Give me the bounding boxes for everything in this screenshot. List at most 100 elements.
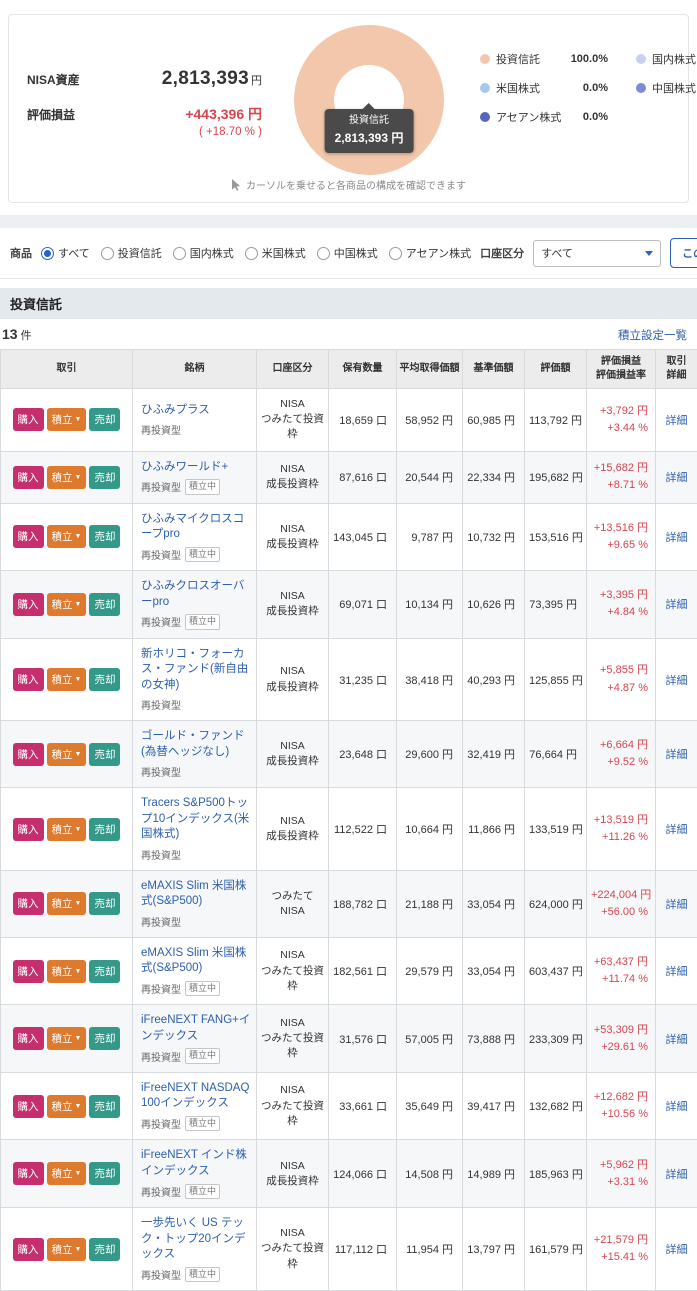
buy-button[interactable]: 購入 [13,668,44,691]
fund-name-link[interactable]: iFreeNEXT インド株インデックス [141,1148,252,1179]
radio-option-label: 中国株式 [334,245,378,261]
buy-button[interactable]: 購入 [13,892,44,915]
sell-button[interactable]: 売却 [89,525,120,548]
trade-buttons-cell: 購入 積立▼ 売却 [1,721,133,788]
apply-filter-button[interactable]: この条件で表示する [670,238,697,268]
sell-button[interactable]: 売却 [89,668,120,691]
tsumitate-button[interactable]: 積立▼ [47,1027,87,1050]
buy-button[interactable]: 購入 [13,466,44,489]
tsumitate-button[interactable]: 積立▼ [47,466,87,489]
buy-button[interactable]: 購入 [13,593,44,616]
legend-label: 米国株式 [496,80,583,96]
sell-button[interactable]: 売却 [89,960,120,983]
detail-link[interactable]: 詳細 [666,472,688,484]
tsumitate-button[interactable]: 積立▼ [47,525,87,548]
sell-button[interactable]: 売却 [89,1162,120,1185]
tooltip-value: 2,813,393 円 [335,129,404,146]
buy-button[interactable]: 購入 [13,743,44,766]
chevron-down-icon [645,251,653,256]
fund-table-body: 購入 積立▼ 売却 ひふみプラス 再投資型 NISAつみたて投資枠 18,659… [1,389,697,1291]
product-option-投資信託[interactable]: 投資信託 [101,245,162,261]
pl-rate: +8.71 % [591,477,648,494]
pl-cell: +63,437 円 +11.74 % [587,937,656,1005]
dropdown-arrow-icon: ▼ [75,1103,82,1110]
fund-name-link[interactable]: eMAXIS Slim 米国株式(S&P500) [141,879,252,910]
detail-link[interactable]: 詳細 [666,1244,688,1256]
tooltip-label: 投資信託 [335,115,404,127]
legend-label: 中国株式 [652,80,697,96]
fund-name-link[interactable]: ひふみマイクロスコープpro [141,512,252,543]
fund-name-link[interactable]: iFreeNEXT FANG+インデックス [141,1013,252,1044]
detail-link[interactable]: 詳細 [666,1034,688,1046]
fund-row: 購入 積立▼ 売却 iFreeNEXT NASDAQ100インデックス 再投資型… [1,1072,697,1140]
detail-link[interactable]: 詳細 [666,749,688,761]
buy-button[interactable]: 購入 [13,525,44,548]
detail-link[interactable]: 詳細 [666,824,688,836]
holding-quantity-cell: 18,659 口 [329,389,397,452]
buy-button[interactable]: 購入 [13,1095,44,1118]
tsumitate-button[interactable]: 積立▼ [47,892,87,915]
pl-amount: +13,519 円 [591,812,648,829]
product-option-国内株式[interactable]: 国内株式 [173,245,234,261]
tsumitate-button[interactable]: 積立▼ [47,408,87,431]
product-option-米国株式[interactable]: 米国株式 [245,245,306,261]
asset-allocation-donut-chart[interactable]: 投資信託 2,813,393 円 [294,25,444,175]
product-option-アセアン株式[interactable]: アセアン株式 [389,245,471,261]
detail-link[interactable]: 詳細 [666,966,688,978]
tsumitate-button[interactable]: 積立▼ [47,668,87,691]
tsumitate-button[interactable]: 積立▼ [47,960,87,983]
detail-link[interactable]: 詳細 [666,599,688,611]
detail-link[interactable]: 詳細 [666,899,688,911]
tsumitate-button[interactable]: 積立▼ [47,1162,87,1185]
sell-button[interactable]: 売却 [89,818,120,841]
fund-name-link[interactable]: iFreeNEXT NASDAQ100インデックス [141,1081,252,1112]
sell-button[interactable]: 売却 [89,466,120,489]
fund-name-link[interactable]: ひふみワールド+ [141,460,252,476]
detail-link[interactable]: 詳細 [666,675,688,687]
valuation-cell: 161,579 円 [525,1208,587,1291]
trade-buttons-cell: 購入 積立▼ 売却 [1,451,133,503]
buy-button[interactable]: 購入 [13,1027,44,1050]
tsumitate-button[interactable]: 積立▼ [47,593,87,616]
sell-button[interactable]: 売却 [89,892,120,915]
tsumitate-button[interactable]: 積立▼ [47,818,87,841]
sell-button[interactable]: 売却 [89,1095,120,1118]
sell-button[interactable]: 売却 [89,743,120,766]
average-price-cell: 10,664 円 [397,788,463,871]
detail-link[interactable]: 詳細 [666,415,688,427]
detail-link[interactable]: 詳細 [666,1169,688,1181]
fund-name-link[interactable]: 新ホリコ・フォーカス・ファンド(新自由の女神) [141,647,252,694]
sell-button[interactable]: 売却 [89,1027,120,1050]
buy-button[interactable]: 購入 [13,960,44,983]
detail-link[interactable]: 詳細 [666,1101,688,1113]
sell-button[interactable]: 売却 [89,1238,120,1261]
radio-option-label: すべて [58,245,90,261]
sell-button[interactable]: 売却 [89,408,120,431]
buy-button[interactable]: 購入 [13,1238,44,1261]
fund-name-cell: ひふみワールド+ 再投資型 積立中 [133,451,257,503]
fund-name-link[interactable]: ゴールド・ファンド(為替ヘッジなし) [141,729,252,760]
buy-button[interactable]: 購入 [13,818,44,841]
sell-button[interactable]: 売却 [89,593,120,616]
product-option-すべて[interactable]: すべて [41,245,90,261]
tsumitate-button[interactable]: 積立▼ [47,1095,87,1118]
product-option-中国株式[interactable]: 中国株式 [317,245,378,261]
account-select[interactable]: すべて [533,240,661,267]
tsumitate-button[interactable]: 積立▼ [47,743,87,766]
trade-buttons-cell: 購入 積立▼ 売却 [1,937,133,1005]
buy-button[interactable]: 購入 [13,1162,44,1185]
base-price-cell: 10,626 円 [463,571,525,639]
fund-name-cell: eMAXIS Slim 米国株式(S&P500) 再投資型 [133,870,257,937]
tsumitate-button[interactable]: 積立▼ [47,1238,87,1261]
tsumitate-active-badge: 積立中 [185,1116,220,1132]
buy-button[interactable]: 購入 [13,408,44,431]
fund-name-link[interactable]: ひふみプラス [141,403,252,419]
tsumitate-settings-link[interactable]: 積立設定一覧 [618,327,687,343]
fund-name-link[interactable]: eMAXIS Slim 米国株式(S&P500) [141,946,252,977]
fund-name-link[interactable]: 一歩先いく US テック・トップ20インデックス [141,1216,252,1263]
detail-link[interactable]: 詳細 [666,532,688,544]
legend-label: 国内株式 [652,51,697,67]
legend-dot [480,54,490,64]
fund-name-link[interactable]: Tracers S&P500トップ10インデックス(米国株式) [141,796,252,843]
fund-name-link[interactable]: ひふみクロスオーバーpro [141,579,252,610]
